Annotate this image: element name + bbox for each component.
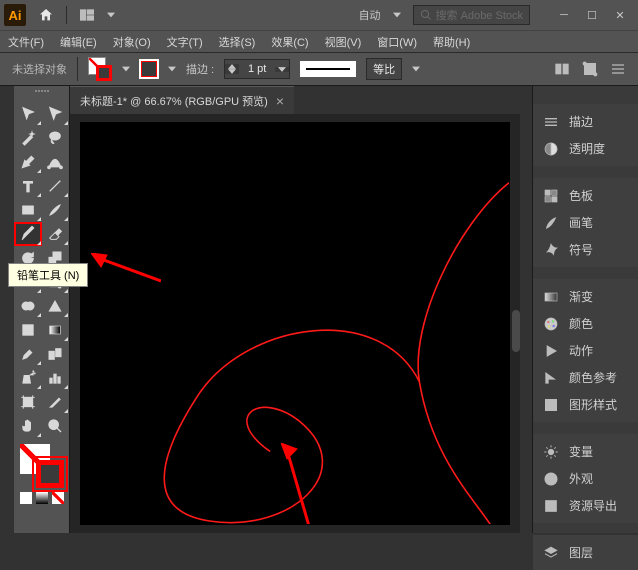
minimize-button[interactable]: ─ [550, 5, 578, 25]
window-buttons: ─ ☐ ✕ [550, 5, 634, 25]
menu-bar: 文件(F) 编辑(E) 对象(O) 文字(T) 选择(S) 效果(C) 视图(V… [0, 30, 638, 52]
panel-color[interactable]: 颜色 [533, 310, 638, 337]
panel-appearance[interactable]: 外观 [533, 465, 638, 492]
fill-stroke-icon[interactable] [88, 57, 112, 81]
chevron-down-icon[interactable] [168, 65, 176, 73]
gradient-mode-icon[interactable] [36, 492, 48, 504]
annotation-arrow-icon [91, 253, 161, 283]
search-placeholder: 搜索 Adobe Stock [436, 7, 523, 23]
fill-stroke-indicator[interactable] [20, 444, 64, 488]
panel-color-guide[interactable]: 颜色参考 [533, 364, 638, 391]
menu-select[interactable]: 选择(S) [219, 34, 256, 50]
document-area: 未标题-1* @ 66.67% (RGB/GPU 预览) × [70, 86, 520, 533]
panel-collapse-handle[interactable] [512, 310, 520, 352]
menu-type[interactable]: 文字(T) [167, 34, 203, 50]
tooltip: 铅笔工具 (N) [8, 263, 88, 287]
chevron-down-icon[interactable] [393, 11, 401, 19]
menu-window[interactable]: 窗口(W) [377, 34, 417, 50]
paintbrush-tool[interactable] [42, 198, 70, 222]
hand-tool[interactable] [14, 414, 42, 438]
transform-icon[interactable] [582, 61, 598, 77]
rectangle-tool[interactable] [14, 198, 42, 222]
symbol-sprayer-tool[interactable] [14, 366, 42, 390]
menu-file[interactable]: 文件(F) [8, 34, 44, 50]
pencil-tool[interactable] [14, 222, 42, 246]
stroke-weight-value[interactable]: 1 pt [239, 63, 275, 75]
align-icon[interactable] [554, 61, 570, 77]
menu-view[interactable]: 视图(V) [325, 34, 362, 50]
menu-effect[interactable]: 效果(C) [271, 34, 308, 50]
maximize-button[interactable]: ☐ [578, 5, 606, 25]
control-bar: 未选择对象 描边 : 1 pt 等比 [0, 52, 638, 86]
menu-object[interactable]: 对象(O) [113, 34, 151, 50]
chevron-down-icon[interactable] [107, 11, 115, 19]
line-tool[interactable] [42, 174, 70, 198]
close-tab-icon[interactable]: × [276, 93, 284, 109]
annotation-arrow-icon [281, 443, 321, 525]
title-bar: Ai 自动 搜索 Adobe Stock ─ ☐ ✕ [0, 0, 638, 30]
panel-swatches[interactable]: 色板 [533, 182, 638, 209]
shape-builder-tool[interactable] [14, 294, 42, 318]
panel-stroke[interactable]: 描边 [533, 108, 638, 135]
workspace-switcher[interactable]: 自动 [359, 7, 381, 23]
close-button[interactable]: ✕ [606, 5, 634, 25]
stroke-color-swatch[interactable] [140, 60, 158, 78]
panel-variables[interactable]: 变量 [533, 438, 638, 465]
canvas[interactable] [80, 122, 510, 525]
lasso-tool[interactable] [42, 126, 70, 150]
panel-graphic-styles[interactable]: 图形样式 [533, 391, 638, 418]
eyedropper-tool[interactable] [14, 342, 42, 366]
brush-mode-select[interactable]: 等比 [366, 58, 402, 80]
toolbox [14, 86, 70, 533]
workspace: 铅笔工具 (N) 未标题-1* @ 66.67% (RGB/GPU 预览) × [0, 86, 638, 533]
gradient-tool[interactable] [42, 318, 70, 342]
chevron-down-icon[interactable] [412, 65, 420, 73]
arrange-docs-icon[interactable] [79, 7, 95, 23]
document-tab-title: 未标题-1* @ 66.67% (RGB/GPU 预览) [80, 93, 268, 109]
slice-tool[interactable] [42, 390, 70, 414]
artboard-tool[interactable] [14, 390, 42, 414]
panel-menu-icon[interactable] [610, 61, 626, 77]
document-tab[interactable]: 未标题-1* @ 66.67% (RGB/GPU 预览) × [70, 86, 294, 114]
magic-wand-tool[interactable] [14, 126, 42, 150]
curvature-tool[interactable] [42, 150, 70, 174]
none-mode-icon[interactable] [52, 492, 64, 504]
panel-asset-export[interactable]: 资源导出 [533, 492, 638, 519]
stroke-weight-stepper[interactable]: 1 pt [224, 59, 290, 79]
divider [66, 6, 67, 24]
divider [77, 57, 78, 81]
zoom-tool[interactable] [42, 414, 70, 438]
mesh-tool[interactable] [14, 318, 42, 342]
search-stock-field[interactable]: 搜索 Adobe Stock [413, 5, 530, 25]
right-panel-dock: 描边 透明度 色板 画笔 符号 渐变 颜色 动作 颜色参考 图形样式 变量 外观… [532, 86, 638, 533]
eraser-tool[interactable] [42, 222, 70, 246]
selection-status: 未选择对象 [12, 61, 67, 77]
home-icon[interactable] [38, 7, 54, 23]
color-mode-icon[interactable] [20, 492, 32, 504]
menu-help[interactable]: 帮助(H) [433, 34, 470, 50]
panel-gradient[interactable]: 渐变 [533, 283, 638, 310]
panel-layers[interactable]: 图层 [533, 539, 638, 566]
direct-selection-tool[interactable] [42, 102, 70, 126]
column-graph-tool[interactable] [42, 366, 70, 390]
stroke-label: 描边 : [186, 61, 214, 77]
dock-divider [520, 86, 532, 533]
brush-preview[interactable] [300, 61, 356, 77]
search-icon [420, 9, 432, 21]
dock-divider [0, 86, 14, 533]
panel-actions[interactable]: 动作 [533, 337, 638, 364]
pen-tool[interactable] [14, 150, 42, 174]
panel-transparency[interactable]: 透明度 [533, 135, 638, 162]
panel-symbols[interactable]: 符号 [533, 236, 638, 263]
menu-edit[interactable]: 编辑(E) [60, 34, 97, 50]
panel-brushes[interactable]: 画笔 [533, 209, 638, 236]
panel-grip-icon[interactable] [14, 90, 69, 98]
document-tabs: 未标题-1* @ 66.67% (RGB/GPU 预览) × [70, 86, 520, 114]
type-tool[interactable] [14, 174, 42, 198]
app-logo-icon: Ai [4, 4, 26, 26]
selection-tool[interactable] [14, 102, 42, 126]
chevron-down-icon[interactable] [122, 65, 130, 73]
perspective-grid-tool[interactable] [42, 294, 70, 318]
blend-tool[interactable] [42, 342, 70, 366]
